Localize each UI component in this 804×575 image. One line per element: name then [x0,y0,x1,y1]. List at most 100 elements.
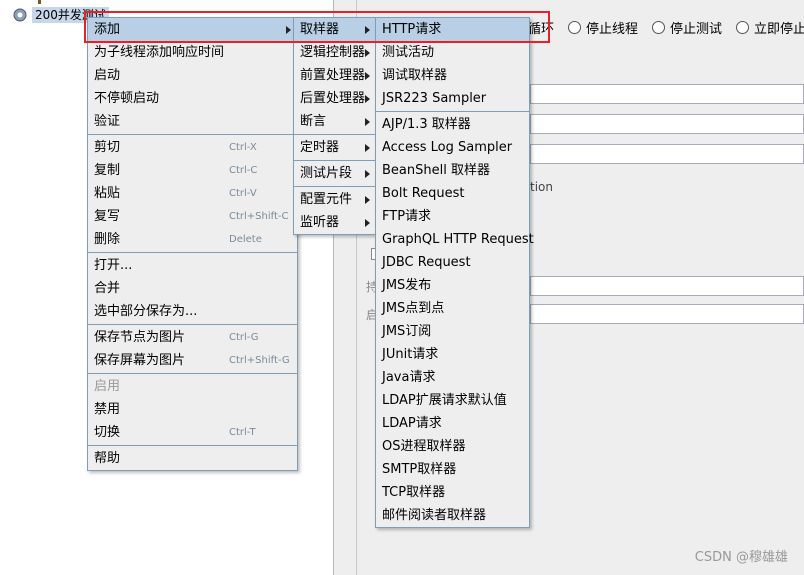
sampler-menu-item-15[interactable]: Java请求 [376,366,529,389]
sampler-menu-item-11[interactable]: JMS发布 [376,274,529,297]
add-menu-item-4[interactable]: 断言 [294,110,376,133]
sampler-menu-item-label: TCP取样器 [382,485,446,500]
context-menu-item-6[interactable]: 复制 Ctrl-C [88,159,297,182]
gear-icon [13,8,27,22]
sampler-menu-item-label: AJP/1.3 取样器 [382,117,471,132]
context-menu-item-label: 复写 [94,209,121,224]
context-menu-item-11[interactable]: 合并 [88,277,297,300]
add-menu-item-2[interactable]: 前置处理器 [294,64,376,87]
context-menu-item-12[interactable]: 选中部分保存为... [88,300,297,323]
context-menu-item-3[interactable]: 不停顿启动 [88,87,297,110]
submenu-arrow-icon [365,95,370,103]
add-menu-item-1[interactable]: 逻辑控制器 [294,41,376,64]
context-menu-item-label: 帮助 [94,451,121,466]
add-menu-item-3[interactable]: 后置处理器 [294,87,376,110]
menu-separator [88,373,297,374]
context-menu-item-17[interactable]: 切换 Ctrl-T [88,421,297,444]
submenu-arrow-icon [365,144,370,152]
startup-delay-field[interactable] [530,304,804,324]
context-menu-item-18[interactable]: 帮助 [88,447,297,470]
sampler-menu-item-label: 邮件阅读者取样器 [382,508,487,523]
on-error-radio-group: 循环 停止线程 停止测试 立即停止 [528,18,804,37]
sampler-menu-item-label: SMTP取样器 [382,462,457,477]
context-menu-item-label: 删除 [94,232,121,247]
watermark: CSDN @穆雄雄 [694,550,788,565]
add-menu-item-label: 逻辑控制器 [300,45,366,60]
context-menu-item-15[interactable]: 启用 [88,375,297,398]
sampler-menu-item-17[interactable]: LDAP请求 [376,412,529,435]
context-menu-item-4[interactable]: 验证 [88,110,297,133]
sampler-menu-item-label: 测试活动 [382,45,435,60]
sampler-menu-item-label: OS进程取样器 [382,439,466,454]
radio-stop-now[interactable] [736,20,750,34]
shortcut-hint: Delete [229,234,262,245]
context-menu-item-label: 启用 [94,379,121,394]
shortcut-hint: Ctrl+Shift-G [229,355,290,366]
context-menu-item-8[interactable]: 复写 Ctrl+Shift-C [88,205,297,228]
submenu-arrow-icon [365,72,370,80]
ramp-up-field[interactable] [530,114,804,134]
menu-separator [294,186,376,187]
sampler-menu-item-1[interactable]: 测试活动 [376,41,529,64]
sampler-menu-item-4[interactable]: AJP/1.3 取样器 [376,113,529,136]
submenu-arrow-icon [365,118,370,126]
context-menu-item-label: 不停顿启动 [94,91,160,106]
context-menu-item-2[interactable]: 启动 [88,64,297,87]
context-menu-item-label: 粘贴 [94,186,121,201]
sampler-menu-item-20[interactable]: TCP取样器 [376,481,529,504]
context-menu-item-14[interactable]: 保存屏幕为图片 Ctrl+Shift-G [88,349,297,372]
sampler-menu-item-3[interactable]: JSR223 Sampler [376,87,529,110]
context-menu-item-label: 剪切 [94,140,121,155]
sampler-menu-item-label: FTP请求 [382,209,432,224]
sampler-menu-item-9[interactable]: GraphQL HTTP Request [376,228,534,251]
radio-label-stop-thread: 停止线程 [586,21,639,37]
context-menu-item-9[interactable]: 删除 Delete [88,228,297,251]
duration-field[interactable] [530,276,804,296]
context-menu-item-5[interactable]: 剪切 Ctrl-X [88,136,297,159]
sampler-menu-item-12[interactable]: JMS点到点 [376,297,529,320]
context-menu-item-1[interactable]: 为子线程添加响应时间 [88,41,297,64]
add-menu-item-8[interactable]: 监听器 [294,211,376,234]
radio-stop-test[interactable] [652,20,666,34]
sampler-menu-item-6[interactable]: BeanShell 取样器 [376,159,529,182]
radio-stop-thread[interactable] [568,20,582,34]
context-menu-item-label: 验证 [94,114,121,129]
sampler-menu-item-label: JMS发布 [382,278,432,293]
sampler-menu-item-label: JMS点到点 [382,301,445,316]
sampler-menu-item-10[interactable]: JDBC Request [376,251,529,274]
context-menu-item-label: 保存屏幕为图片 [94,353,186,368]
add-menu-item-label: 配置元件 [300,192,353,207]
loop-count-field[interactable] [530,144,804,164]
context-menu-item-label: 禁用 [94,402,121,417]
sampler-menu-item-21[interactable]: 邮件阅读者取样器 [376,504,529,527]
context-menu-item-10[interactable]: 打开... [88,254,297,277]
context-menu-item-16[interactable]: 禁用 [88,398,297,421]
sampler-menu-item-2[interactable]: 调试取样器 [376,64,529,87]
sampler-menu-item-13[interactable]: JMS订阅 [376,320,529,343]
menu-separator [294,160,376,161]
context-menu: 添加 为子线程添加响应时间 启动 不停顿启动 验证 剪切 Ctrl-X 复制 Ctrl-C 粘贴 C… [87,17,298,471]
sampler-menu-item-5[interactable]: Access Log Sampler [376,136,529,159]
sampler-menu-item-16[interactable]: LDAP扩展请求默认值 [376,389,529,412]
sampler-menu-item-8[interactable]: FTP请求 [376,205,529,228]
sampler-menu-item-19[interactable]: SMTP取样器 [376,458,529,481]
radio-label-stop-now: 立即停止 [754,21,804,37]
context-menu-item-7[interactable]: 粘贴 Ctrl-V [88,182,297,205]
context-menu-item-13[interactable]: 保存节点为图片 Ctrl-G [88,326,297,349]
sampler-menu-item-14[interactable]: JUnit请求 [376,343,529,366]
thread-count-field[interactable] [530,84,804,104]
shortcut-hint: Ctrl-C [229,165,258,176]
add-menu-item-5[interactable]: 定时器 [294,136,376,159]
add-menu-item-label: 前置处理器 [300,68,366,83]
shortcut-hint: Ctrl-V [229,188,257,199]
sampler-menu-item-label: Access Log Sampler [382,140,513,155]
sampler-menu-item-18[interactable]: OS进程取样器 [376,435,529,458]
add-submenu: 取样器 逻辑控制器 前置处理器 后置处理器 断言 定时器 测试片段 配置元件 监听器 [293,17,377,235]
option-text-fragment: tion [530,180,553,194]
add-menu-item-7[interactable]: 配置元件 [294,188,376,211]
context-menu-item-label: 保存节点为图片 [94,330,186,345]
sampler-menu-item-7[interactable]: Bolt Request [376,182,529,205]
sampler-menu-item-label: GraphQL HTTP Request [382,232,534,247]
annotation-highlight-box [84,11,550,43]
add-menu-item-6[interactable]: 测试片段 [294,162,376,185]
